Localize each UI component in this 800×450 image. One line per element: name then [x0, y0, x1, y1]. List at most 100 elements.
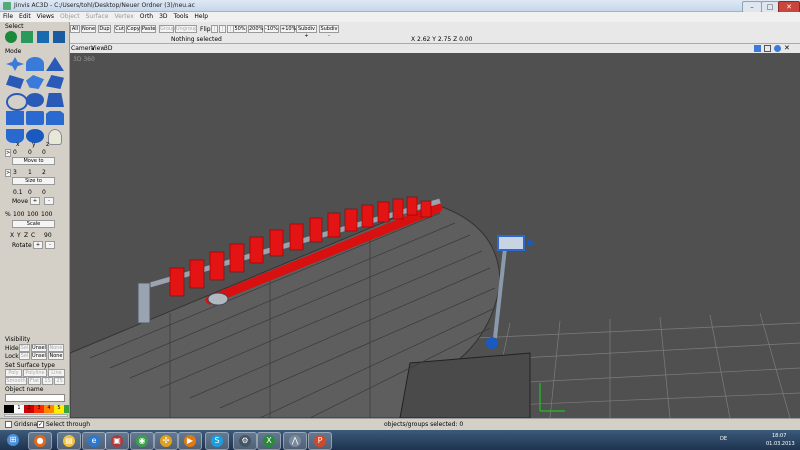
- gridsnap-checkbox[interactable]: [5, 421, 12, 428]
- size-z-value[interactable]: 2: [42, 169, 46, 176]
- surface-smooth-button[interactable]: Smooth: [5, 377, 27, 385]
- zoom-50-button[interactable]: 50%: [233, 25, 247, 33]
- palette-color-5[interactable]: 5: [54, 405, 64, 413]
- rotate-plus-button[interactable]: +: [33, 241, 43, 249]
- menu-surface[interactable]: Surface: [83, 12, 112, 22]
- menu-object[interactable]: Object: [57, 12, 83, 22]
- explorer-app-button[interactable]: ▤: [57, 432, 81, 450]
- box-draw-icon[interactable]: [6, 111, 24, 125]
- disk-draw-icon[interactable]: [26, 93, 44, 107]
- surface-1s-button[interactable]: 1S: [42, 377, 53, 385]
- select-objects-icon[interactable]: [21, 31, 33, 43]
- firefox-app-button[interactable]: ●: [28, 432, 52, 450]
- surface-2s-button[interactable]: 2S: [54, 377, 65, 385]
- move-expand-button[interactable]: >: [5, 149, 11, 157]
- lock-unsel-button[interactable]: Unsel: [31, 352, 47, 360]
- axis-c-toggle[interactable]: C: [31, 232, 35, 239]
- maximize-view-icon[interactable]: [764, 45, 771, 52]
- move-plus-button[interactable]: +: [30, 197, 40, 205]
- cube-draw-icon[interactable]: [46, 111, 64, 125]
- circle-draw-icon[interactable]: [6, 93, 28, 111]
- scale-mode-icon[interactable]: [46, 57, 64, 71]
- move-z-value[interactable]: 0: [42, 149, 46, 156]
- menu-3d[interactable]: 3D: [156, 12, 170, 22]
- size-y-value[interactable]: 1: [28, 169, 32, 176]
- select-all-button[interactable]: All: [70, 25, 80, 33]
- light-bulb-icon[interactable]: [48, 129, 62, 145]
- size-expand-button[interactable]: >: [5, 169, 11, 177]
- start-orb-button[interactable]: ⊞: [2, 432, 24, 448]
- chrome-app-button[interactable]: ◉: [130, 432, 154, 450]
- scale-z-value[interactable]: 100: [41, 211, 52, 218]
- mesh-draw-icon[interactable]: [26, 111, 44, 125]
- move-minus-button[interactable]: -: [44, 197, 54, 205]
- arrows-icon[interactable]: [754, 45, 761, 52]
- palette-scrollbar[interactable]: [4, 414, 68, 417]
- surface-polyline-button[interactable]: Polyline: [23, 369, 47, 377]
- move-step-z[interactable]: 0: [42, 189, 46, 196]
- menu-edit[interactable]: Edit: [16, 12, 34, 22]
- surface-flat-button[interactable]: Flat: [28, 377, 41, 385]
- flip-x-button[interactable]: |: [211, 25, 218, 33]
- scale-x-value[interactable]: 100: [13, 211, 24, 218]
- rotate-angle-value[interactable]: 90: [44, 232, 52, 239]
- rectangle-draw-icon[interactable]: [46, 93, 64, 107]
- move-y-value[interactable]: 0: [28, 149, 32, 156]
- copy-button[interactable]: Copy: [126, 25, 140, 33]
- select-none-button[interactable]: None: [81, 25, 96, 33]
- axis-x-toggle[interactable]: X: [10, 232, 14, 239]
- move-to-button[interactable]: Move to: [12, 157, 55, 165]
- palette-color-4[interactable]: 4: [44, 405, 54, 413]
- select-surfaces-icon[interactable]: [53, 31, 65, 43]
- rotate-minus-button[interactable]: -: [45, 241, 55, 249]
- palette-color-3[interactable]: 3: [34, 405, 44, 413]
- zoom-minus-10-button[interactable]: -10%: [264, 25, 279, 33]
- excel-app-button[interactable]: X: [257, 432, 281, 450]
- zoom-200-button[interactable]: 200%: [248, 25, 263, 33]
- 3d-viewport[interactable]: 3D 360: [70, 53, 800, 418]
- scale-button[interactable]: Scale: [12, 220, 55, 228]
- object-name-input[interactable]: [5, 394, 65, 402]
- select-through-checkbox[interactable]: ✓: [37, 421, 44, 428]
- ac3d-app-button[interactable]: ⋀: [283, 432, 307, 450]
- palette-color-green[interactable]: [64, 405, 69, 413]
- palette-color-black[interactable]: [4, 405, 14, 413]
- surface-line-button[interactable]: Line: [48, 369, 65, 377]
- hide-unsel-button[interactable]: Unsel: [31, 344, 47, 352]
- menu-orth[interactable]: Orth: [137, 12, 156, 22]
- menu-file[interactable]: File: [0, 12, 16, 22]
- ppt-app-button[interactable]: P: [308, 432, 332, 450]
- surface-poly-button[interactable]: Poly: [5, 369, 22, 377]
- menu-vertex[interactable]: Vertex: [111, 12, 136, 22]
- cylinder-draw-icon[interactable]: [6, 129, 24, 143]
- size-to-button[interactable]: Size to: [12, 177, 55, 185]
- player-app-button[interactable]: ▶: [178, 432, 202, 450]
- flip-y-button[interactable]: |: [219, 25, 226, 33]
- ungroup-button[interactable]: Ungroup: [175, 25, 197, 33]
- polygon-draw-icon[interactable]: [26, 75, 44, 89]
- share-app-button[interactable]: ✣: [154, 432, 178, 450]
- palette-color-2[interactable]: 2: [24, 405, 34, 413]
- subdiv-minus-button[interactable]: Subdiv -: [319, 25, 339, 39]
- size-x-value[interactable]: 3: [13, 169, 17, 176]
- menu-help[interactable]: Help: [191, 12, 211, 22]
- menu-tools[interactable]: Tools: [171, 12, 192, 22]
- zoom-plus-10-button[interactable]: +10%: [280, 25, 296, 33]
- hide-none-button[interactable]: None: [48, 344, 64, 352]
- move-x-value[interactable]: 0: [13, 149, 17, 156]
- duplicate-button[interactable]: Dup: [98, 25, 111, 33]
- lathe-icon[interactable]: [46, 75, 64, 89]
- steam-app-button[interactable]: ⚙: [233, 432, 257, 450]
- hide-sel-button[interactable]: Sel: [19, 344, 30, 352]
- ie-app-button[interactable]: e: [82, 432, 106, 450]
- refresh-icon[interactable]: [774, 45, 781, 52]
- extrude-icon[interactable]: [6, 75, 24, 89]
- group-button[interactable]: Group: [159, 25, 175, 33]
- scale-y-value[interactable]: 100: [27, 211, 38, 218]
- move-step-x[interactable]: 0.1: [13, 189, 23, 196]
- lock-sel-button[interactable]: Sel: [19, 352, 30, 360]
- skype-app-button[interactable]: S: [205, 432, 229, 450]
- menu-views[interactable]: Views: [34, 12, 57, 22]
- cut-button[interactable]: Cut: [114, 25, 125, 33]
- close-view-icon[interactable]: ✕: [784, 44, 791, 52]
